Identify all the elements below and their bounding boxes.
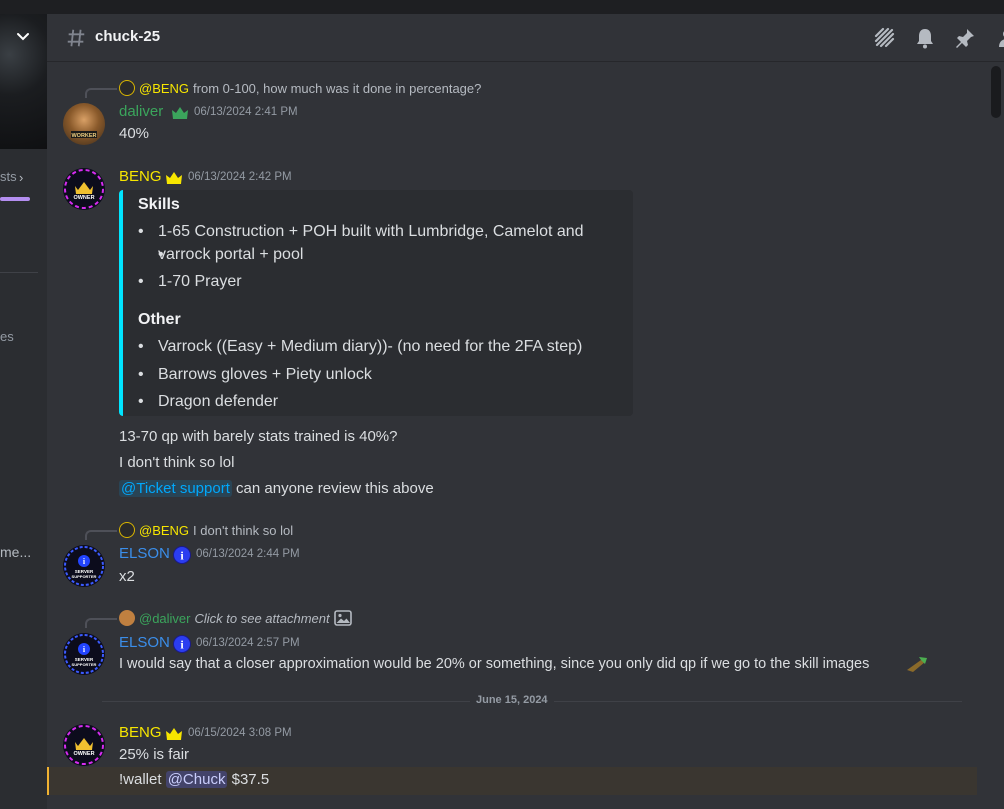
message-text: 13-70 qp with barely stats trained is 40…: [119, 428, 398, 445]
message-text: 40%: [119, 125, 150, 142]
reply-text: I don't think so lol: [193, 522, 294, 538]
message-timestamp[interactable]: 06/13/2024 2:44 PM: [196, 548, 300, 560]
embed-list-item-cont: varrock portal + pool: [158, 246, 303, 264]
bell-icon[interactable]: [913, 26, 937, 50]
progress-bar: [0, 197, 30, 201]
sidebar-snippet[interactable]: es: [0, 329, 14, 344]
owner-badge-icon: [166, 728, 182, 740]
reply-text: from 0-100, how much was it done in perc…: [193, 80, 482, 96]
avatar-label: WORKER: [71, 133, 96, 139]
window-top-strip: [0, 0, 1004, 14]
reply-preview[interactable]: @BENG from 0-100, how much was it done i…: [119, 80, 481, 96]
chevron-right-icon[interactable]: ›: [19, 170, 23, 185]
date-divider-label: June 15, 2024: [470, 694, 554, 706]
message-timestamp[interactable]: 06/13/2024 2:41 PM: [194, 106, 298, 118]
message-text: I would say that a closer approximation …: [119, 656, 870, 672]
supporter-avatar-icon: i SERVER SUPPORTER: [64, 546, 104, 586]
message-author[interactable]: daliver: [119, 103, 163, 120]
supporter-avatar-icon: i SERVER SUPPORTER: [64, 634, 104, 674]
reply-preview[interactable]: @BENG I don't think so lol: [119, 522, 293, 538]
chevron-down-icon[interactable]: [14, 28, 32, 46]
sidebar-snippet[interactable]: me...: [0, 544, 31, 560]
worker-badge-icon: [172, 107, 188, 119]
avatar: [119, 610, 135, 626]
channel-header: chuck-25: [47, 14, 1004, 62]
image-icon: [333, 610, 352, 626]
reply-connector: [85, 530, 117, 540]
reply-connector: [85, 618, 117, 628]
embed-heading: Skills: [138, 196, 180, 213]
reply-connector: [85, 88, 117, 98]
avatar: [119, 522, 135, 538]
message-text: x2: [119, 568, 135, 585]
avatar: [119, 80, 135, 96]
avatar-label: SUPPORTER: [72, 662, 97, 667]
message-author[interactable]: ELSON: [119, 634, 170, 651]
message-text: I don't think so lol: [119, 454, 235, 471]
message-text: 25% is fair: [119, 746, 190, 763]
sidebar-snippet[interactable]: sts: [0, 169, 17, 184]
info-badge-icon: i: [173, 635, 191, 653]
avatar-label: OWNER: [73, 195, 94, 201]
message-text: @Ticket support can anyone review this a…: [119, 480, 434, 497]
message-timestamp[interactable]: 06/13/2024 2:57 PM: [196, 637, 300, 649]
reply-text: Click to see attachment: [194, 610, 330, 626]
reply-preview[interactable]: @daliver Click to see attachment: [119, 610, 352, 626]
role-mention[interactable]: @Ticket support: [119, 480, 232, 497]
owner-avatar-icon: OWNER: [64, 169, 104, 209]
message-embed: Skills 1-65 Construction + POH built wit…: [119, 190, 633, 416]
avatar[interactable]: OWNER: [63, 168, 105, 210]
reply-mention[interactable]: @BENG: [139, 523, 189, 538]
avatar-label: OWNER: [73, 751, 94, 757]
message-timestamp[interactable]: 06/13/2024 2:42 PM: [188, 171, 292, 183]
owner-avatar-icon: OWNER: [64, 725, 104, 765]
owner-badge-icon: [166, 172, 182, 184]
avatar[interactable]: i SERVER SUPPORTER: [63, 545, 105, 587]
reply-mention[interactable]: @BENG: [139, 81, 189, 96]
hash-icon: [67, 29, 85, 47]
message-author[interactable]: ELSON: [119, 545, 170, 562]
scrollbar-track[interactable]: [977, 62, 1004, 809]
info-badge-icon: i: [173, 546, 191, 564]
avatar-label: SUPPORTER: [72, 574, 97, 579]
skill-emoji-icon: [907, 657, 927, 672]
message-timestamp[interactable]: 06/15/2024 3:08 PM: [188, 727, 292, 739]
channel-name: chuck-25: [95, 28, 161, 45]
user-mention[interactable]: @Chuck: [165, 771, 228, 788]
sidebar-divider: [0, 272, 38, 273]
threads-icon[interactable]: [873, 26, 897, 50]
avatar[interactable]: i SERVER SUPPORTER: [63, 633, 105, 675]
worker-avatar-icon: WORKER: [71, 131, 97, 139]
message-author[interactable]: BENG: [119, 724, 162, 741]
message-text: !wallet @Chuck $37.5: [119, 771, 270, 788]
embed-heading: Other: [138, 311, 181, 328]
server-sidebar: sts › es me...: [0, 14, 47, 809]
scrollbar-thumb[interactable]: [991, 66, 1001, 118]
members-icon[interactable]: [993, 26, 1004, 50]
pin-icon[interactable]: [953, 26, 977, 50]
reply-mention[interactable]: @daliver: [139, 611, 191, 626]
avatar[interactable]: OWNER: [63, 724, 105, 766]
message-author[interactable]: BENG: [119, 168, 162, 185]
avatar[interactable]: WORKER: [63, 103, 105, 145]
message-list: @BENG from 0-100, how much was it done i…: [47, 62, 977, 809]
